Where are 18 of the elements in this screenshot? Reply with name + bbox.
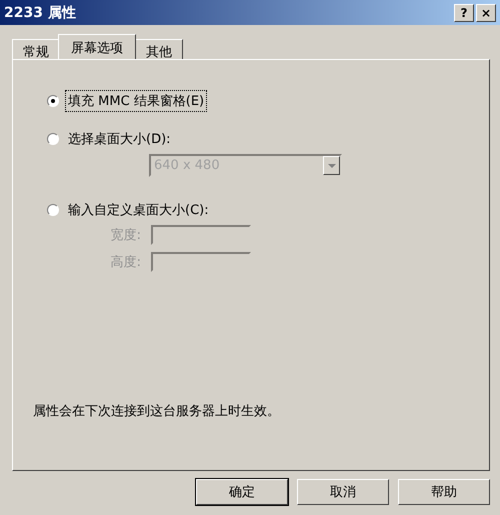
tab[interactable]: 屏幕选项 xyxy=(58,34,136,59)
option-label[interactable]: 填充 MMC 结果窗格(E) xyxy=(65,90,208,112)
tab[interactable]: 其他 xyxy=(135,39,183,59)
radio-button[interactable] xyxy=(47,204,59,216)
radio-button[interactable] xyxy=(47,133,59,145)
close-button[interactable]: × xyxy=(476,4,496,22)
option-label[interactable]: 选择桌面大小(D): xyxy=(65,128,174,150)
tab[interactable]: 常规 xyxy=(12,39,60,59)
window-title: 2233 属性 xyxy=(4,4,77,22)
radio-button[interactable] xyxy=(47,95,59,107)
option-label[interactable]: 输入自定义桌面大小(C): xyxy=(65,199,212,221)
dialog-button[interactable]: 确定 xyxy=(196,479,288,505)
help-button[interactable]: ? xyxy=(454,4,474,22)
field-label: 高度: xyxy=(110,254,141,271)
field-label: 宽度: xyxy=(110,227,141,244)
dialog-button[interactable]: 帮助 xyxy=(398,479,490,505)
info-text: 属性会在下次连接到这台服务器上时生效。 xyxy=(33,403,281,420)
dialog-button[interactable]: 取消 xyxy=(297,479,389,505)
